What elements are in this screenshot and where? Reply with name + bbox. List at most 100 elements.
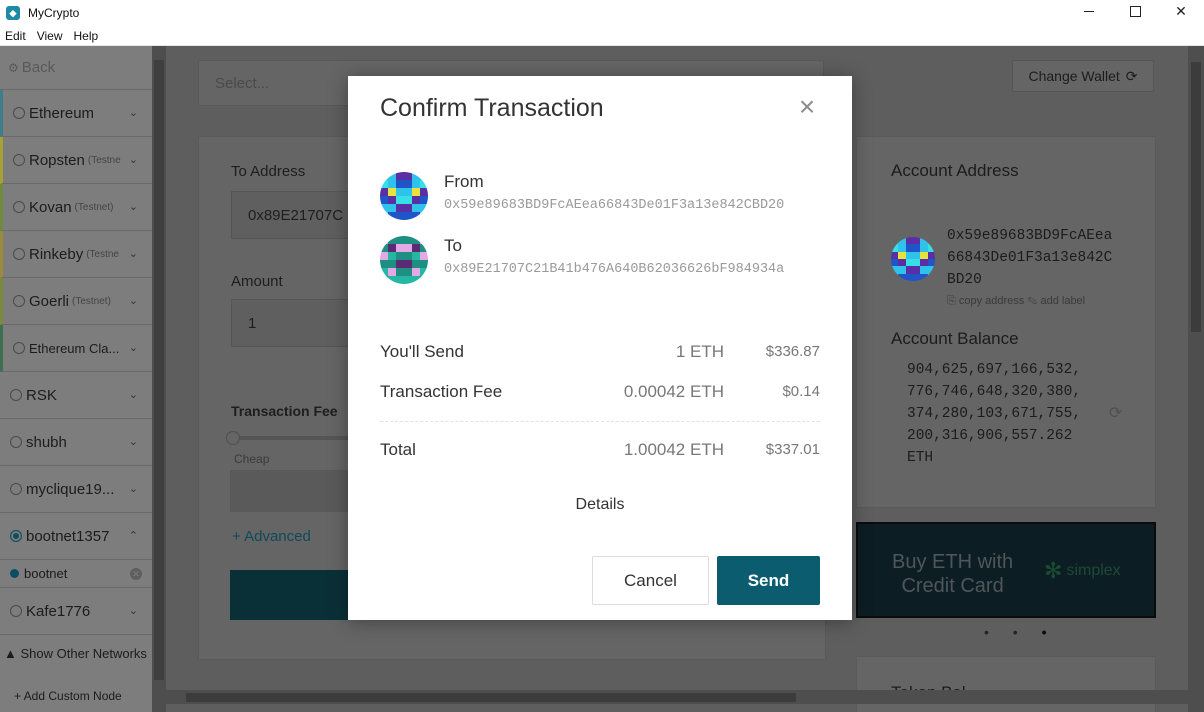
app-logo-icon: ◆ — [6, 6, 20, 20]
to-address-input[interactable]: 0x89E21707C — [231, 191, 351, 239]
horizontal-scrollbar[interactable] — [166, 690, 1188, 704]
sidebar-item-ropsten[interactable]: Ropsten (Testne ⌄ — [0, 137, 152, 184]
snowflake-icon: ✻ — [1044, 558, 1063, 583]
close-window-button[interactable]: ✕ — [1158, 0, 1204, 22]
menu-bar: Edit View Help — [0, 26, 1204, 46]
buy-eth-line2: Credit Card — [901, 575, 1004, 597]
maximize-button[interactable] — [1112, 0, 1158, 22]
add-label-button[interactable]: add label — [1040, 295, 1085, 307]
radio-icon — [10, 436, 22, 448]
confirm-transaction-modal: Confirm Transaction × From 0x59e89683BD9… — [348, 76, 852, 620]
fee-display — [230, 470, 350, 512]
sidebar-item-rsk[interactable]: RSK ⌄ — [0, 372, 152, 419]
buy-eth-line1: Buy ETH with — [892, 551, 1014, 573]
fee-slider-handle[interactable] — [226, 431, 240, 445]
send-amount-row: You'll Send 1 ETH $336.87 — [380, 342, 820, 366]
sidebar-scrollbar[interactable] — [152, 46, 166, 712]
remove-node-icon[interactable]: ✕ — [130, 568, 142, 580]
network-name: Ropsten — [29, 151, 85, 169]
sidebar-item-kafe1776[interactable]: Kafe1776 ⌄ — [0, 588, 152, 635]
chevron-down-icon: ⌄ — [128, 248, 138, 260]
amount-label: Amount — [231, 273, 283, 290]
back-label: Back — [21, 59, 56, 76]
total-label: Total — [380, 440, 416, 459]
sidebar-node-bootnet[interactable]: bootnet ✕ — [0, 560, 152, 588]
to-identicon — [380, 236, 428, 284]
total-row: Total 1.00042 ETH $337.01 — [380, 440, 820, 464]
sidebar-item-rinkeby[interactable]: Rinkeby (Testne ⌄ — [0, 231, 152, 278]
carousel-dots[interactable]: • • • — [984, 624, 1057, 640]
scrollbar-thumb[interactable] — [1191, 62, 1201, 332]
chevron-up-icon: ⌃ — [128, 530, 138, 542]
refresh-balance-icon[interactable]: ⟳ — [1109, 403, 1122, 423]
vertical-scrollbar[interactable] — [1188, 46, 1204, 712]
sidebar-item-myclique[interactable]: myclique19... ⌄ — [0, 466, 152, 513]
from-party: From 0x59e89683BD9FcAEea66843De01F3a13e8… — [380, 172, 820, 224]
add-custom-node-button[interactable]: + Add Custom Node — [14, 689, 122, 703]
show-other-networks-button[interactable]: ▲ Show Other Networks — [4, 646, 147, 661]
change-wallet-label: Change Wallet — [1028, 68, 1120, 84]
change-wallet-button[interactable]: Change Wallet ⟳ — [1012, 60, 1154, 92]
send-amount-value: 1 ETH — [675, 342, 724, 361]
title-bar: ◆ MyCrypto ✕ — [0, 0, 1204, 26]
fee-usd: $0.14 — [782, 383, 820, 400]
network-name: Ethereum — [29, 104, 95, 122]
send-amount-usd: $336.87 — [765, 343, 820, 360]
fee-value: 0.00042 ETH — [623, 382, 724, 401]
radio-icon — [13, 248, 25, 260]
triangle-icon: ▲ — [4, 646, 17, 661]
modal-title: Confirm Transaction — [380, 94, 604, 122]
refresh-icon: ⟳ — [1125, 67, 1138, 84]
radio-icon — [10, 389, 22, 401]
sidebar-item-kovan[interactable]: Kovan (Testnet) ⌄ — [0, 184, 152, 231]
chevron-down-icon: ⌄ — [128, 342, 138, 354]
details-toggle[interactable]: Details — [348, 496, 852, 514]
close-icon[interactable]: × — [794, 93, 820, 121]
from-address: 0x59e89683BD9FcAEea66843De01F3a13e842CBD… — [444, 198, 785, 213]
send-amount-label: You'll Send — [380, 342, 464, 361]
sidebar-item-goerli[interactable]: Goerli (Testnet) ⌄ — [0, 278, 152, 325]
sidebar-item-ethereum-classic[interactable]: Ethereum Cla... ⌄ — [0, 325, 152, 372]
back-button[interactable]: ⚙ Back — [0, 46, 152, 90]
scrollbar-thumb[interactable] — [186, 693, 796, 702]
network-name: Ethereum Cla... — [29, 340, 120, 356]
cancel-button[interactable]: Cancel — [592, 556, 709, 605]
account-identicon — [891, 237, 935, 281]
simplex-label: simplex — [1066, 562, 1121, 579]
fee-slider-track[interactable] — [230, 436, 350, 440]
simplex-logo: ✻ simplex — [1044, 558, 1121, 584]
sidebar-item-ethereum[interactable]: Ethereum ⌄ — [0, 90, 152, 137]
advanced-link[interactable]: + Advanced — [232, 528, 311, 545]
network-name: Goerli — [29, 292, 70, 310]
account-balance: 904,625,697,166,532,776,746,648,320,380,… — [907, 362, 1082, 466]
cheap-label: Cheap — [234, 452, 270, 466]
buy-eth-banner[interactable]: Buy ETH with Credit Card ✻ simplex — [856, 522, 1156, 618]
sidebar-item-shubh[interactable]: shubh ⌄ — [0, 419, 152, 466]
send-transaction-button[interactable] — [230, 570, 350, 620]
show-other-networks-label: Show Other Networks — [20, 646, 147, 661]
account-panel: Account Address 0x59e89683BD9FcAEea66843… — [856, 136, 1156, 508]
send-button[interactable]: Send — [717, 556, 820, 605]
chevron-down-icon: ⌄ — [128, 605, 138, 617]
chevron-down-icon: ⌄ — [128, 201, 138, 213]
sidebar-item-bootnet1357[interactable]: bootnet1357 ⌃ — [0, 513, 152, 560]
network-tag: (Testnet) — [74, 201, 114, 213]
fee-label: Transaction Fee — [380, 382, 503, 401]
menu-edit[interactable]: Edit — [0, 29, 32, 43]
scrollbar-thumb[interactable] — [154, 60, 164, 680]
to-address: 0x89E21707C21B41b476A640B62036626bF98493… — [444, 262, 785, 277]
pencil-icon: ✎ — [1027, 295, 1038, 307]
chevron-down-icon: ⌄ — [128, 107, 138, 119]
chevron-down-icon: ⌄ — [128, 295, 138, 307]
amount-input[interactable]: 1 — [231, 299, 351, 347]
menu-view[interactable]: View — [32, 29, 69, 43]
copy-address-button[interactable]: copy address — [959, 295, 1024, 307]
window-controls: ✕ — [1066, 0, 1204, 26]
menu-help[interactable]: Help — [68, 29, 104, 43]
window-title: MyCrypto — [28, 6, 80, 20]
account-tools: ⎘ copy address ✎ add label — [947, 295, 1085, 308]
buy-eth-text: Buy ETH with Credit Card — [892, 550, 1013, 598]
minimize-button[interactable] — [1066, 0, 1112, 22]
network-tag: (Testne — [87, 154, 121, 166]
transaction-fee-label: Transaction Fee — [231, 403, 338, 419]
